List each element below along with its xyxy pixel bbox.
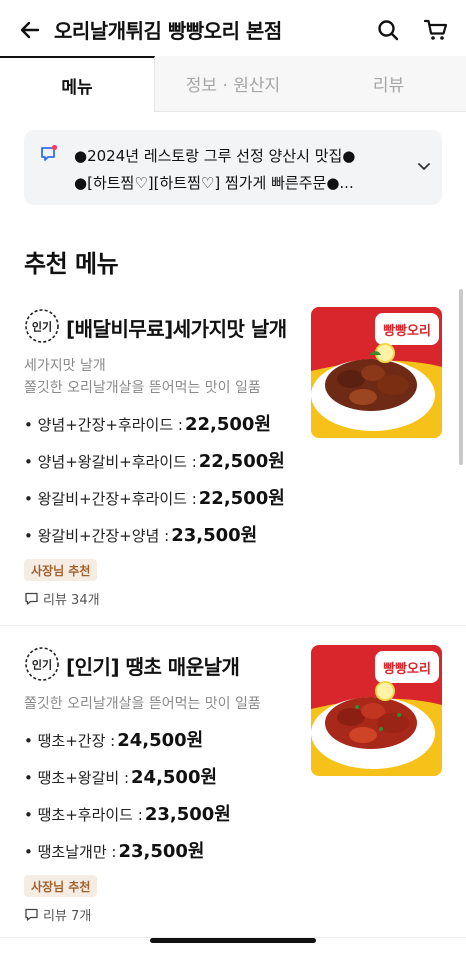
option-price: 22,500원 (184, 414, 272, 435)
comment-icon (25, 592, 38, 605)
menu-option: • 땡초+후라이드 : 23,500원 (24, 800, 231, 826)
scrollbar[interactable] (459, 289, 463, 465)
option-price: 23,500원 (144, 804, 231, 825)
megaphone-icon (41, 144, 58, 161)
search-button[interactable] (372, 14, 404, 46)
menu-option: • 왕갈비+간장+후라이드 : 22,500원 (24, 484, 285, 510)
tab-bar: 메뉴 정보 · 원산지 리뷰 (0, 56, 466, 112)
menu-item-desc-line: 쫄깃한 오리날개살을 뜯어먹는 맛이 일품 (24, 696, 261, 712)
search-icon (378, 20, 399, 41)
menu-item-name: [배달비무료]세가지맛 날개 (66, 317, 287, 341)
review-count: 리뷰 34개 (24, 589, 100, 608)
popular-badge-text: 인기 (32, 320, 52, 334)
option-price: 24,500원 (117, 730, 204, 751)
comment-icon (25, 908, 38, 921)
review-count-text: 리뷰 7개 (43, 909, 92, 924)
review-count-text: 리뷰 34개 (43, 593, 100, 608)
back-button[interactable] (14, 14, 46, 46)
option-price: 22,500원 (198, 451, 285, 472)
section-title: 추천 메뉴 (24, 250, 119, 278)
menu-item-image: 빵빵오리 (311, 645, 442, 776)
menu-option: • 양념+왕갈비+후라이드 : 22,500원 (24, 447, 285, 473)
menu-item-name: [인기] 땡초 매운날개 (66, 655, 240, 679)
option-price: 24,500원 (131, 767, 218, 788)
option-label: • 땡초+후라이드 : (24, 806, 143, 824)
chevron-down-icon[interactable] (414, 156, 434, 176)
option-label: • 왕갈비+간장+양념 : (24, 527, 170, 545)
tab-reviews[interactable]: 리뷰 (311, 56, 466, 112)
option-label: • 땡초+간장 : (24, 732, 116, 750)
tab-menu[interactable]: 메뉴 (0, 56, 155, 112)
menu-option: • 양념+간장+후라이드 : 22,500원 (24, 410, 271, 436)
top-app-bar: 오리날개튀김 빵빵오리 본점 (0, 0, 466, 60)
menu-item-card[interactable]: 인기 [배달비무료]세가지맛 날개 세가지맛 날개 쫄깃한 오리날개살을 뜯어먹… (0, 290, 466, 626)
option-label: • 땡초+왕갈비 : (24, 769, 130, 787)
menu-item-desc-line: 세가지맛 날개 (24, 358, 106, 374)
cart-button[interactable] (420, 14, 452, 46)
option-price: 23,500원 (171, 525, 258, 546)
brand-logo-text: 빵빵오리 (383, 323, 431, 339)
menu-option: • 땡초+간장 : 24,500원 (24, 726, 203, 752)
owner-recommend-badge: 사장님 추천 (24, 559, 98, 581)
option-price: 23,500원 (118, 841, 205, 862)
option-label: • 양념+왕갈비+후라이드 : (24, 453, 197, 471)
notice-text-line-2: ●[하트찜♡][하트찜♡] 찜가게 빠른주문●... (74, 174, 354, 192)
menu-item-desc-line: 쫄깃한 오리날개살을 뜯어먹는 맛이 일품 (24, 380, 261, 396)
arrow-left-icon (20, 21, 40, 39)
home-indicator[interactable] (150, 938, 316, 943)
popular-badge-icon: 인기 (25, 647, 59, 681)
cart-icon (423, 19, 448, 40)
menu-item-card[interactable]: 인기 [인기] 땡초 매운날개 쫄깃한 오리날개살을 뜯어먹는 맛이 일품 • … (0, 628, 466, 938)
menu-option: • 땡초+왕갈비 : 24,500원 (24, 763, 217, 789)
menu-option: • 왕갈비+간장+양념 : 23,500원 (24, 521, 257, 547)
store-notice[interactable]: ●2024년 레스토랑 그루 선정 양산시 맛집● ●[하트찜♡][하트찜♡] … (24, 130, 442, 205)
popular-badge-icon: 인기 (25, 309, 59, 343)
store-title: 오리날개튀김 빵빵오리 본점 (54, 19, 282, 43)
option-price: 22,500원 (198, 488, 285, 509)
menu-item-image: 빵빵오리 (311, 307, 442, 438)
tab-info-origin[interactable]: 정보 · 원산지 (155, 56, 311, 112)
notice-text-line-1: ●2024년 레스토랑 그루 선정 양산시 맛집● (74, 147, 356, 165)
wings-plate-image: 빵빵오리 (311, 307, 442, 438)
spicy-wings-plate-image: 빵빵오리 (311, 645, 442, 776)
owner-recommend-badge: 사장님 추천 (24, 875, 98, 897)
menu-option: • 땡초날개만 : 23,500원 (24, 837, 204, 863)
popular-badge-text: 인기 (32, 658, 52, 672)
option-label: • 땡초날개만 : (24, 843, 117, 861)
option-label: • 양념+간장+후라이드 : (24, 416, 183, 434)
option-label: • 왕갈비+간장+후라이드 : (24, 490, 197, 508)
review-count: 리뷰 7개 (24, 905, 91, 924)
brand-logo-text: 빵빵오리 (383, 661, 431, 677)
